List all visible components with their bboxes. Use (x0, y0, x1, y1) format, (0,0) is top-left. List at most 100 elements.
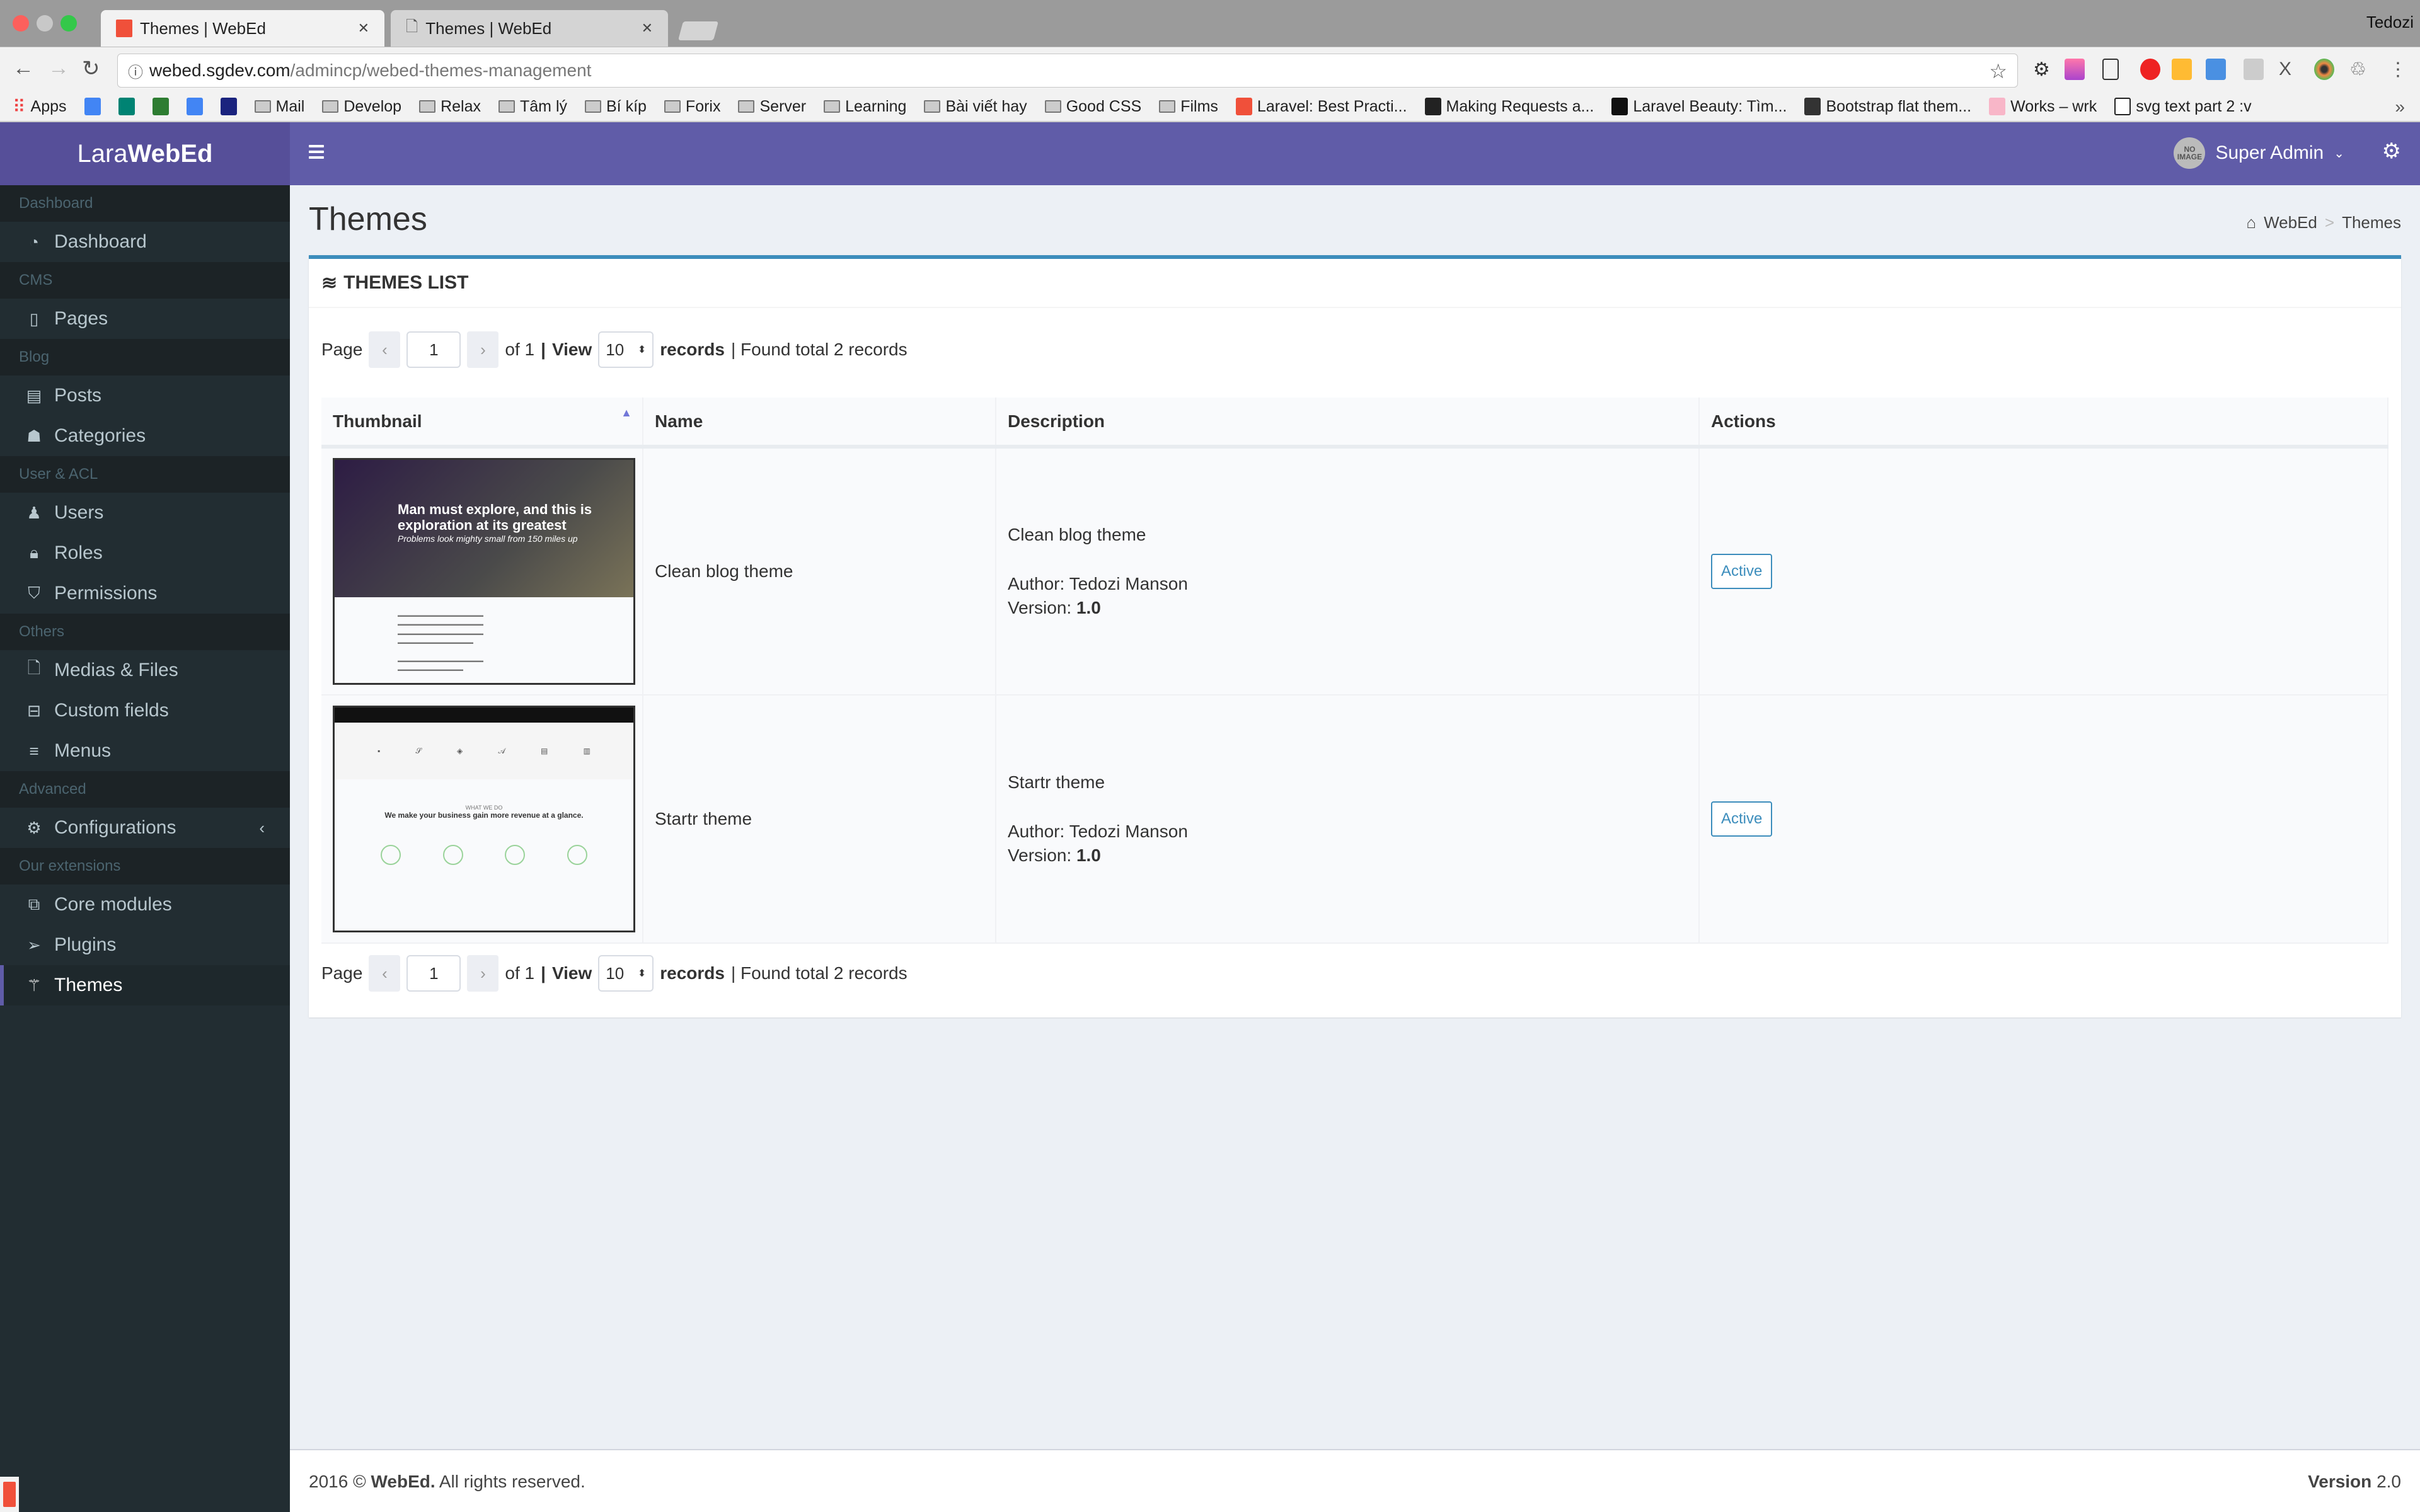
minimize-window-button[interactable] (37, 15, 53, 32)
reload-icon[interactable]: ↻ (82, 56, 100, 81)
bookmark-apps[interactable]: ⠿ Apps (13, 96, 67, 117)
logo[interactable]: Lara WebEd (0, 122, 290, 185)
bookmark-laravel-best-practi[interactable]: Laravel: Best Practi... (1235, 98, 1407, 116)
sidebar-toggle-icon[interactable] (309, 145, 324, 159)
drive-extension-icon[interactable] (2244, 59, 2264, 80)
bookmark-works-wrk[interactable]: Works – wrk (1989, 98, 2097, 116)
sidebar-item-categories[interactable]: ☗ Categories (0, 416, 290, 456)
next-page-button[interactable]: › (467, 955, 499, 992)
page-number-input[interactable] (406, 955, 461, 992)
bookmark-bootstrap-flat-them[interactable]: Bootstrap flat them... (1804, 98, 1971, 116)
prev-page-button[interactable]: ‹ (369, 955, 401, 992)
back-icon[interactable]: ← (13, 56, 34, 81)
bookmark-laravel-beauty-t-m[interactable]: Laravel Beauty: Tìm... (1611, 98, 1787, 116)
adblock-extension-icon[interactable] (2140, 59, 2160, 80)
close-tab-icon[interactable]: ✕ (358, 20, 369, 37)
records-label: records (660, 963, 725, 983)
per-page-select[interactable]: 10 ⬍ (598, 331, 654, 368)
bookmark-films[interactable]: Films (1159, 98, 1218, 116)
footer-brand[interactable]: WebEd. (371, 1472, 435, 1491)
new-extension-icon[interactable] (2206, 59, 2226, 80)
bookmark-image[interactable] (220, 98, 237, 115)
chevron-left-icon[interactable]: ‹ (259, 818, 265, 838)
browser-tab[interactable]: 🗋 Themes | WebEd ✕ (391, 10, 668, 47)
bookmark-learning[interactable]: Learning (824, 98, 906, 116)
sort-asc-icon[interactable]: ▲ (621, 406, 632, 420)
sidebar-item-permissions[interactable]: ⛉ Permissions (0, 573, 290, 614)
bookmark-good-css[interactable]: Good CSS (1044, 98, 1141, 116)
sidebar-item-posts[interactable]: ▤ Posts (0, 375, 290, 416)
bookmark-star-icon[interactable]: ☆ (1989, 59, 2007, 83)
laravel-dock-icon[interactable] (0, 1477, 19, 1512)
maximize-window-button[interactable] (60, 15, 77, 32)
folder-icon (419, 100, 436, 113)
bookmark-label: Making Requests a... (1446, 97, 1594, 115)
per-page-select[interactable]: 10 ⬍ (598, 955, 654, 992)
sidebar-item-themes[interactable]: ⚚ Themes (0, 965, 290, 1005)
new-tab-button[interactable] (677, 21, 719, 40)
sidebar-item-label: Categories (54, 425, 146, 446)
bookmark-bing[interactable] (118, 98, 135, 115)
bookmark-develop[interactable]: Develop (322, 98, 401, 116)
sidebar-item-users[interactable]: ♟ Users (0, 493, 290, 533)
color-extension-icon[interactable] (2065, 59, 2085, 80)
col-description[interactable]: Description (996, 398, 1700, 449)
description-cell: Clean blog theme Author: Tedozi Manson V… (996, 447, 1700, 696)
bookmark-b-i-vi-t-hay[interactable]: Bài viết hay (924, 98, 1027, 116)
select-arrows-icon: ⬍ (637, 968, 647, 979)
extension-icon[interactable] (2172, 59, 2192, 80)
toolbar: ← → ↻ ⓘ webed.sgdev.com/admincp/webed-th… (0, 47, 2420, 92)
theme-thumbnail: ▪ 𝒮 ◈ 𝒜 ▤ ▥ WHAT WE DO We make your business g… (333, 706, 635, 932)
x-extension-icon[interactable]: X (2279, 59, 2299, 80)
browser-tab-active[interactable]: Themes | WebEd ✕ (101, 10, 384, 47)
google-icon (84, 98, 101, 115)
table-header-row: Thumbnail ▲ Name Description Actions (321, 398, 2388, 449)
sidebar-item-pages[interactable]: ▯ Pages (0, 299, 290, 339)
forward-icon[interactable]: → (48, 56, 69, 81)
copyright-year: 2016 © (309, 1472, 366, 1491)
col-name[interactable]: Name (643, 398, 996, 449)
recycle-extension-icon[interactable]: ♲ (2349, 59, 2370, 80)
sidebar-item-core-modules[interactable]: ⧉ Core modules (0, 885, 290, 925)
bookmark-relax[interactable]: Relax (419, 98, 481, 116)
profile-name[interactable]: Tedozi (2366, 13, 2414, 32)
next-page-button[interactable]: › (467, 331, 499, 368)
bookmark-server[interactable]: Server (738, 98, 806, 116)
sidebar-item-roles[interactable]: 🔒︎ Roles (0, 533, 290, 573)
gears-icon[interactable]: ⚙ (2382, 139, 2401, 164)
settings-extension-icon[interactable]: ⚙ (2033, 59, 2053, 80)
user-menu[interactable]: NO IMAGE Super Admin ⌄ (2174, 137, 2344, 169)
bookmark-google[interactable] (84, 98, 101, 115)
bookmark-svg-text-part-2-v[interactable]: svg text part 2 :v (2114, 98, 2252, 116)
bookmark-google-translate[interactable] (186, 98, 203, 115)
prev-page-button[interactable]: ‹ (369, 331, 401, 368)
sidebar-item-label: Users (54, 502, 104, 523)
bookmark-label: Forix (685, 97, 721, 115)
active-button[interactable]: Active (1711, 554, 1773, 589)
eye-extension-icon[interactable] (2314, 59, 2334, 80)
bookmark-mail[interactable]: Mail (254, 98, 304, 116)
breadcrumb-link-webed[interactable]: WebEd (2264, 213, 2317, 232)
bookmark-forix[interactable]: Forix (664, 97, 721, 116)
page-number-input[interactable] (406, 331, 461, 368)
sidebar-item-plugins[interactable]: ➢ Plugins (0, 925, 290, 965)
sidebar-item-configurations[interactable]: ⚙ Configurations ‹ (0, 808, 290, 848)
sidebar-item-dashboard[interactable]: ◔ Dashboard (0, 222, 290, 262)
bookmark-t-m-l[interactable]: Tâm lý (498, 98, 567, 116)
bookmarks-overflow-icon[interactable]: » (2395, 97, 2405, 117)
sidebar-item-menus[interactable]: ≡ Menus (0, 731, 290, 771)
browser-menu-icon[interactable]: ⋮ (2388, 59, 2409, 80)
sidebar-item-custom-fields[interactable]: ⊟ Custom fields (0, 690, 290, 731)
active-button[interactable]: Active (1711, 801, 1773, 837)
device-extension-icon[interactable] (2102, 59, 2119, 80)
address-bar[interactable]: ⓘ webed.sgdev.com/admincp/webed-themes-m… (117, 54, 2018, 88)
close-tab-icon[interactable]: ✕ (642, 20, 653, 37)
sidebar-item-medias-files[interactable]: 🗋 Medias & Files (0, 650, 290, 690)
bookmark-making-requests-a[interactable]: Making Requests a... (1424, 97, 1594, 116)
bookmark-b-k-p[interactable]: Bí kíp (585, 98, 647, 116)
col-thumbnail[interactable]: Thumbnail ▲ (321, 398, 643, 449)
info-icon[interactable]: ⓘ (128, 60, 143, 82)
folder-icon (498, 100, 515, 113)
bookmark-translate[interactable] (152, 98, 169, 115)
close-window-button[interactable] (13, 15, 29, 32)
